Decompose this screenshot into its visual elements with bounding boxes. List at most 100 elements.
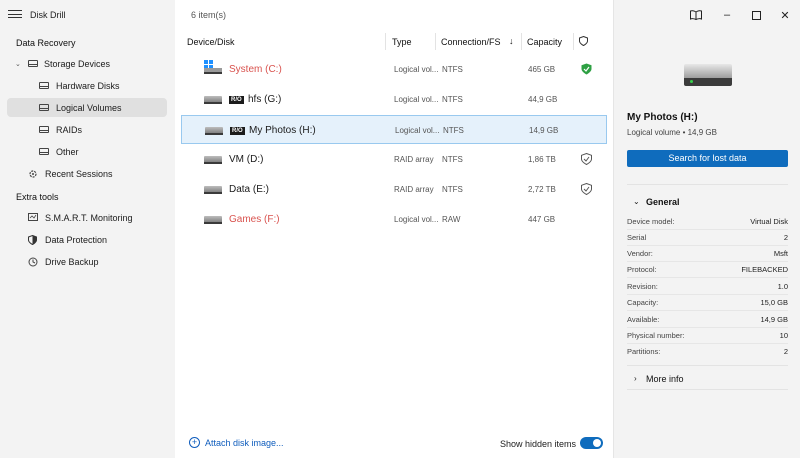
chevron-down-icon[interactable]: ⌄ xyxy=(633,197,640,206)
column-divider[interactable] xyxy=(573,33,574,50)
property-value: 1.0 xyxy=(777,282,788,291)
column-header-type[interactable]: Type xyxy=(392,37,412,47)
close-icon[interactable]: ✕ xyxy=(778,8,792,22)
property-row: Partitions: 2 xyxy=(627,344,788,360)
column-header-device[interactable]: Device/Disk xyxy=(187,37,235,47)
device-type: RAID array xyxy=(394,185,434,194)
more-info-header[interactable]: More info xyxy=(646,374,684,384)
sidebar-item-label: Recent Sessions xyxy=(45,168,113,179)
device-type: Logical vol... xyxy=(395,126,440,135)
property-key: Partitions: xyxy=(627,347,661,356)
sidebar-item-label: Hardware Disks xyxy=(56,80,120,91)
sidebar-item-label: S.M.A.R.T. Monitoring xyxy=(45,212,133,223)
sidebar-item-drive-backup[interactable]: Drive Backup xyxy=(7,252,167,271)
sidebar-item-other[interactable]: Other xyxy=(7,142,167,161)
property-row: Physical number: 10 xyxy=(627,328,788,344)
sidebar-item-data-protection[interactable]: Data Protection xyxy=(7,230,167,249)
sidebar-item-label: Data Protection xyxy=(45,234,108,245)
chevron-down-icon[interactable]: ⌄ xyxy=(15,60,21,68)
property-key: Physical number: xyxy=(627,331,685,340)
property-value: 2 xyxy=(783,233,788,242)
general-section-header[interactable]: General xyxy=(646,197,680,207)
divider xyxy=(627,389,788,390)
minimize-icon[interactable]: – xyxy=(720,8,734,22)
sidebar-item-label: Logical Volumes xyxy=(56,102,122,113)
show-hidden-toggle[interactable] xyxy=(580,437,603,449)
drive-icon xyxy=(204,186,222,194)
attach-disk-image-link[interactable]: + Attach disk image... xyxy=(189,437,284,448)
device-fs: RAW xyxy=(442,215,461,224)
device-name: hfs (G:) xyxy=(248,94,282,105)
device-fs: NTFS xyxy=(442,185,463,194)
property-row: Device model: Virtual Disk xyxy=(627,214,788,230)
device-name: VM (D:) xyxy=(229,154,264,165)
device-type: Logical vol... xyxy=(394,95,439,104)
device-fs: NTFS xyxy=(443,126,464,135)
sidebar-item-label: RAIDs xyxy=(56,124,83,135)
property-value: 10 xyxy=(779,331,788,340)
sidebar-item-logical-volumes[interactable]: Logical Volumes xyxy=(7,98,167,117)
chevron-right-icon[interactable]: › xyxy=(634,374,637,383)
column-divider[interactable] xyxy=(435,33,436,50)
drive-icon xyxy=(205,127,223,135)
device-name: Data (E:) xyxy=(229,184,270,195)
gear-icon xyxy=(27,168,38,179)
property-row: Vendor: Msft xyxy=(627,246,788,262)
maximize-icon[interactable] xyxy=(749,8,763,22)
property-value: 2 xyxy=(783,347,788,356)
sidebar-item-label: Storage Devices xyxy=(44,58,111,69)
table-row[interactable]: Data (E:) RAID array NTFS 2,72 TB xyxy=(181,175,607,204)
divider xyxy=(627,184,788,185)
sidebar-item-recent-sessions[interactable]: Recent Sessions xyxy=(7,164,167,183)
column-header-protection[interactable] xyxy=(579,35,588,48)
drive-icon xyxy=(38,80,49,91)
show-hidden-label: Show hidden items xyxy=(500,439,577,449)
table-row[interactable]: R/O hfs (G:) Logical vol... NTFS 44,9 GB xyxy=(181,85,607,114)
property-value: 14,9 GB xyxy=(760,315,788,324)
column-divider[interactable] xyxy=(521,33,522,50)
property-row: Serial 2 xyxy=(627,230,788,246)
hamburger-menu-icon[interactable] xyxy=(8,8,22,20)
read-only-badge: R/O xyxy=(229,96,244,104)
drive-icon xyxy=(38,102,49,113)
device-subtitle: Logical volume • 14,9 GB xyxy=(627,128,717,137)
sidebar-item-hardware-disks[interactable]: Hardware Disks xyxy=(7,76,167,95)
property-key: Device model: xyxy=(627,217,675,226)
column-header-capacity[interactable]: Capacity xyxy=(527,37,562,47)
property-key: Vendor: xyxy=(627,249,653,258)
column-divider[interactable] xyxy=(385,33,386,50)
sidebar: Disk Drill Data Recovery ⌄ Storage Devic… xyxy=(0,0,175,458)
device-fs: NTFS xyxy=(442,95,463,104)
sidebar-item-smart-monitoring[interactable]: S.M.A.R.T. Monitoring xyxy=(7,208,167,227)
column-header-connection[interactable]: Connection/FS xyxy=(441,37,501,47)
search-lost-data-button[interactable]: Search for lost data xyxy=(627,150,788,167)
shield-check-outline-icon xyxy=(581,183,592,195)
table-row-selected[interactable]: R/O My Photos (H:) Logical vol... NTFS 1… xyxy=(181,115,607,144)
property-value: Msft xyxy=(773,249,788,258)
device-capacity: 1,86 TB xyxy=(528,155,556,164)
table-row[interactable]: System (C:) Logical vol... NTFS 465 GB xyxy=(181,55,607,84)
monitor-icon xyxy=(27,212,38,223)
sidebar-item-raids[interactable]: RAIDs xyxy=(7,120,167,139)
table-row[interactable]: VM (D:) RAID array NTFS 1,86 TB xyxy=(181,145,607,174)
sort-arrow-icon[interactable]: ↓ xyxy=(509,36,514,46)
device-capacity: 14,9 GB xyxy=(529,126,559,135)
sidebar-item-label: Other xyxy=(56,146,79,157)
drive-large-icon xyxy=(684,64,732,86)
drive-icon xyxy=(204,156,222,164)
device-capacity: 2,72 TB xyxy=(528,185,556,194)
read-only-badge: R/O xyxy=(230,127,245,135)
device-fs: NTFS xyxy=(442,155,463,164)
device-capacity: 465 GB xyxy=(528,65,556,74)
device-capacity: 447 GB xyxy=(528,215,556,224)
property-value: FILEBACKED xyxy=(741,265,788,274)
property-key: Revision: xyxy=(627,282,658,291)
sidebar-item-storage-devices[interactable]: ⌄ Storage Devices xyxy=(7,54,167,73)
property-value: 15,0 GB xyxy=(760,298,788,307)
property-value: Virtual Disk xyxy=(750,217,788,226)
property-key: Protocol: xyxy=(627,265,657,274)
book-icon[interactable] xyxy=(689,8,703,22)
app-title: Disk Drill xyxy=(30,10,66,20)
drive-icon xyxy=(204,216,222,224)
table-row[interactable]: Games (F:) Logical vol... RAW 447 GB xyxy=(181,205,607,234)
